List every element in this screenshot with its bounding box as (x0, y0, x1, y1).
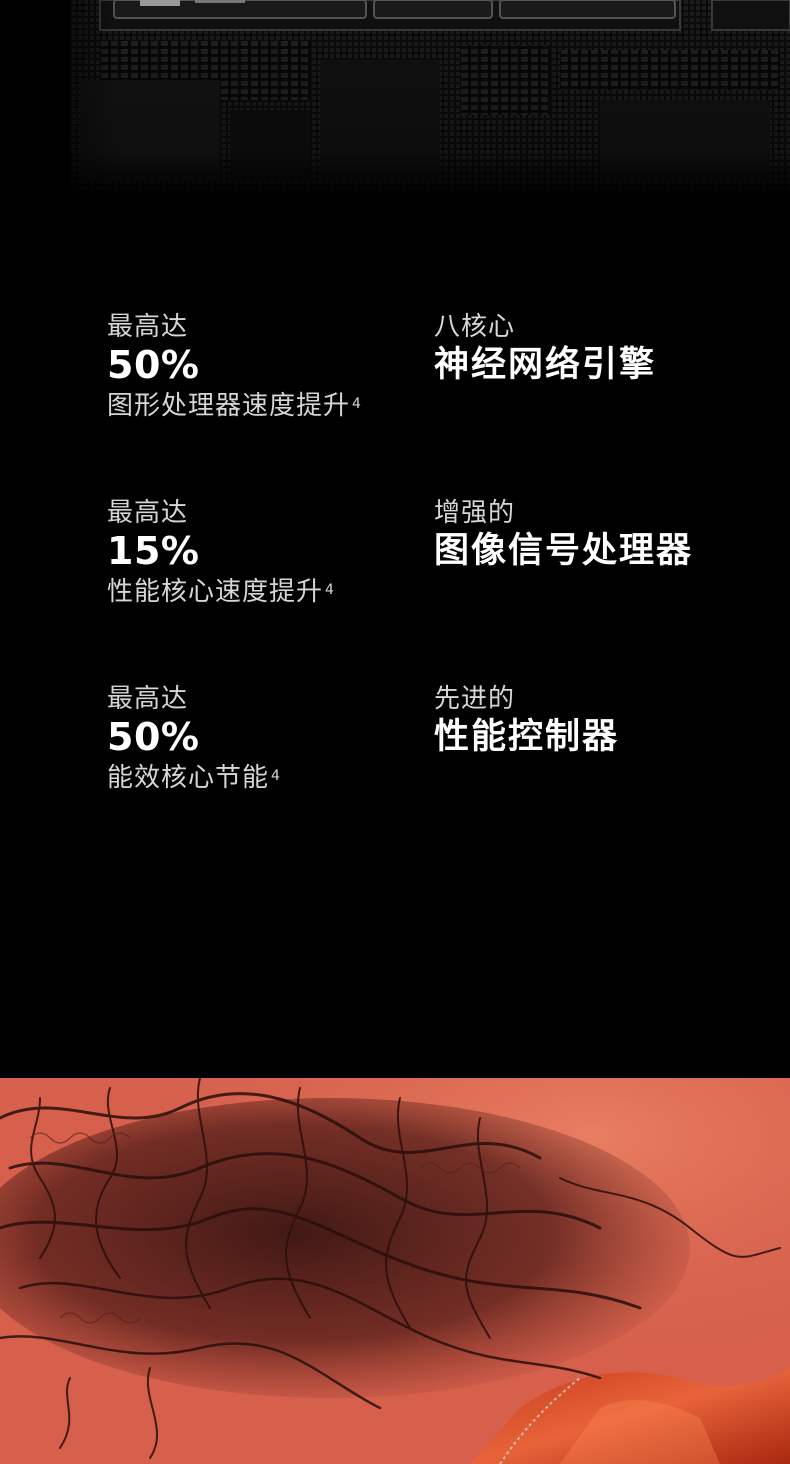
footnote-marker: 4 (271, 768, 281, 784)
footnote-marker: 4 (352, 396, 362, 412)
spec-value: 图像信号处理器 (434, 531, 694, 571)
spec-value: 15% (107, 529, 200, 573)
spec-image-signal-processor: 增强的 图像信号处理器 (434, 498, 774, 574)
spec-value: 神经网络引擎 (434, 345, 657, 385)
spec-performance-controller: 先进的 性能控制器 (434, 684, 774, 760)
spec-prefix: 先进的 (434, 684, 516, 714)
spec-performance-core-speed: 最高达 15% 性能核心速度提升 4 (107, 498, 407, 608)
chip-spec-list: 最高达 50% 图形处理器速度提升 4 八核心 神经网络引擎 最高达 15% 性能… (0, 0, 790, 1078)
spec-gpu-speed: 最高达 50% 图形处理器速度提升 4 (107, 312, 407, 422)
spec-description: 能效核心节能 4 (107, 763, 281, 793)
spec-prefix: 最高达 (107, 498, 189, 528)
spec-prefix: 增强的 (434, 498, 516, 528)
spec-prefix: 八核心 (434, 312, 516, 342)
spec-prefix: 最高达 (107, 684, 189, 714)
spec-description: 性能核心速度提升 4 (107, 577, 335, 607)
spec-prefix: 最高达 (107, 312, 189, 342)
spec-description: 图形处理器速度提升 4 (107, 391, 362, 421)
hero-photo-hair (0, 1078, 790, 1464)
spec-value: 50% (107, 343, 200, 387)
spec-efficiency-core-savings: 最高达 50% 能效核心节能 4 (107, 684, 407, 794)
footnote-marker: 4 (325, 582, 335, 598)
spec-value: 50% (107, 715, 200, 759)
spec-neural-engine: 八核心 神经网络引擎 (434, 312, 774, 388)
spec-value: 性能控制器 (434, 717, 620, 757)
